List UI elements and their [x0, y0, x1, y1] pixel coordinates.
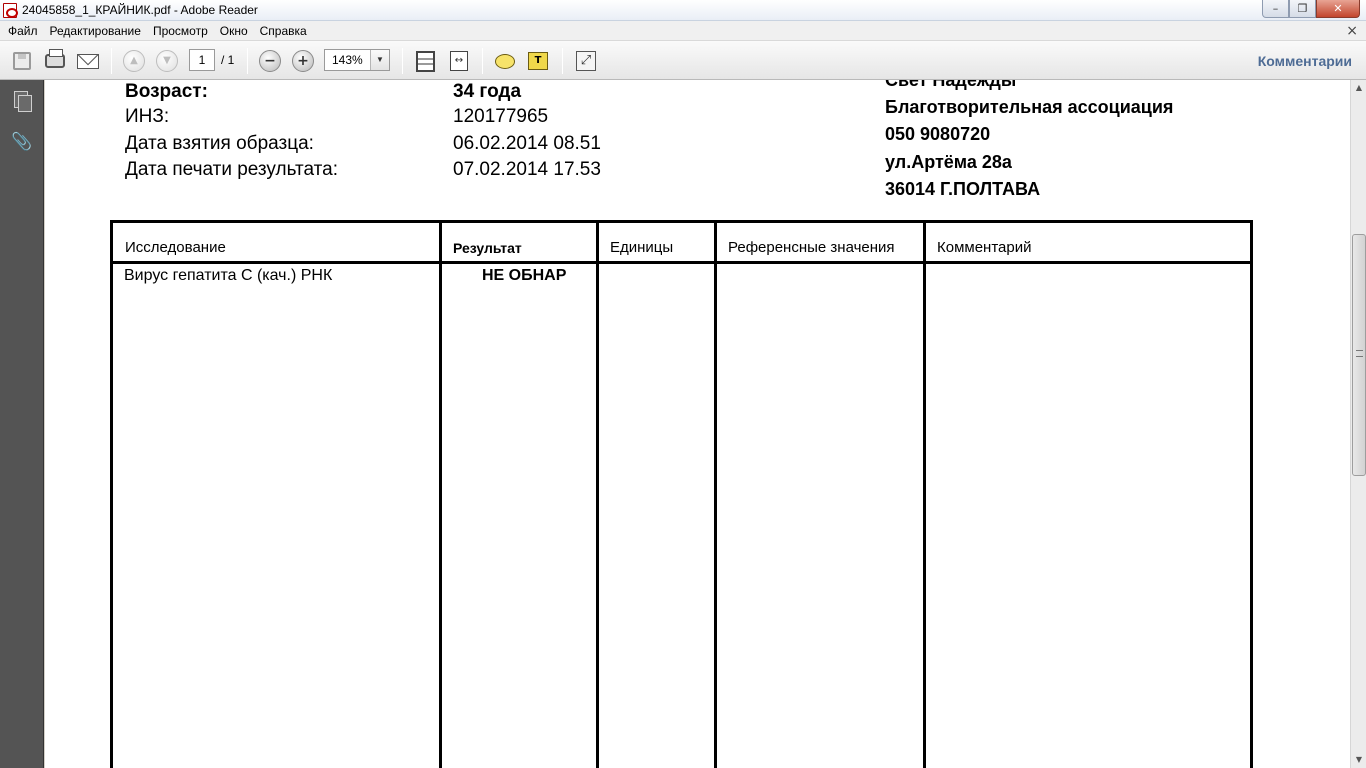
results-table: Исследование Результат Единицы Референсн…: [110, 220, 1253, 768]
comments-pane-button[interactable]: Комментарии: [1258, 53, 1352, 69]
scroll-up-icon[interactable]: ▲: [1351, 80, 1366, 96]
previous-page-button[interactable]: ▲: [122, 49, 146, 73]
age-value: 34 года: [453, 81, 522, 102]
header-units: Единицы: [610, 239, 674, 256]
menu-file[interactable]: Файл: [2, 24, 44, 38]
navigation-pane: 📎: [0, 80, 44, 768]
age-label: Возраст:: [125, 81, 208, 102]
column-divider: [714, 223, 717, 768]
print-date-value: 07.02.2014 17.53: [453, 159, 601, 180]
scrollbar-thumb[interactable]: [1352, 234, 1366, 476]
pdf-app-icon: [3, 3, 18, 18]
grip-icon: [1356, 350, 1363, 357]
sample-date-value: 06.02.2014 08.51: [453, 133, 601, 154]
organization-city: 36014 Г.ПОЛТАВА: [885, 179, 1041, 199]
row-test-name: Вирус гепатита С (кач.) РНК: [124, 267, 333, 284]
menu-edit[interactable]: Редактирование: [44, 24, 147, 38]
page-number-input[interactable]: 1: [189, 49, 215, 71]
vertical-scrollbar[interactable]: ▲ ▼: [1350, 80, 1366, 768]
plus-icon: +: [292, 50, 314, 72]
window-title: 24045858_1_КРАЙНИК.pdf - Adobe Reader: [22, 3, 258, 17]
window-controls: – ❐ ✕: [1262, 0, 1360, 18]
toolbar-separator: [402, 48, 403, 74]
menu-view[interactable]: Просмотр: [147, 24, 214, 38]
page-total: / 1: [221, 53, 235, 67]
zoom-select[interactable]: 143% ▼: [324, 49, 390, 71]
add-comment-button[interactable]: [493, 49, 517, 73]
fit-page-icon: [415, 50, 435, 72]
column-divider: [439, 223, 442, 768]
fit-width-button[interactable]: ↔: [447, 49, 471, 73]
header-reference: Референсные значения: [728, 239, 895, 256]
fit-width-icon: ↔: [450, 51, 468, 71]
toolbar-separator: [562, 48, 563, 74]
attachments-icon[interactable]: 📎: [11, 132, 32, 154]
organization-street: ул.Артёма 28а: [885, 152, 1012, 172]
next-page-button[interactable]: ▼: [155, 49, 179, 73]
print-icon: [45, 49, 65, 68]
document-view[interactable]: Возраст: 34 года ИНЗ: 120177965 Дата взя…: [45, 80, 1350, 768]
fit-page-button[interactable]: [413, 49, 437, 73]
organization-name: Свет Надежды: [885, 80, 1017, 90]
menu-bar: Файл Редактирование Просмотр Окно Справк…: [0, 21, 1366, 41]
email-icon: [77, 53, 99, 69]
email-button[interactable]: [76, 49, 100, 73]
row-result: НЕ ОБНАР: [482, 267, 567, 284]
arrow-up-icon: ▲: [123, 50, 145, 72]
close-button[interactable]: ✕: [1316, 0, 1360, 18]
save-icon: [13, 52, 31, 70]
inz-label: ИНЗ:: [125, 106, 170, 127]
toolbar-separator: [482, 48, 483, 74]
print-button[interactable]: [43, 49, 67, 73]
minimize-button[interactable]: –: [1262, 0, 1289, 18]
header-comment: Комментарий: [937, 239, 1032, 256]
full-screen-button[interactable]: ⤢: [574, 49, 598, 73]
minus-icon: −: [259, 50, 281, 72]
inz-value: 120177965: [453, 106, 549, 127]
header-divider: [113, 261, 1250, 264]
print-date-label: Дата печати результата:: [125, 159, 338, 180]
save-button[interactable]: [10, 49, 34, 73]
column-divider: [596, 223, 599, 768]
highlighter-icon: T: [528, 52, 548, 70]
expand-icon: ⤢: [576, 51, 596, 71]
menu-help[interactable]: Справка: [254, 24, 313, 38]
zoom-out-button[interactable]: −: [258, 49, 282, 73]
sample-date-label: Дата взятия образца:: [125, 133, 314, 154]
zoom-in-button[interactable]: +: [291, 49, 315, 73]
toolbar-separator: [111, 48, 112, 74]
scroll-down-icon[interactable]: ▼: [1351, 752, 1366, 768]
column-divider: [923, 223, 926, 768]
title-bar: 24045858_1_КРАЙНИК.pdf - Adobe Reader – …: [0, 0, 1366, 21]
close-icon: ✕: [1333, 2, 1343, 15]
header-test: Исследование: [125, 239, 226, 256]
page-thumbnails-icon[interactable]: [11, 90, 32, 112]
close-document-icon[interactable]: ×: [1346, 23, 1358, 39]
organization-phone: 050 9080720: [885, 124, 991, 144]
restore-icon: ❐: [1297, 2, 1308, 15]
minimize-icon: –: [1272, 2, 1279, 15]
restore-button[interactable]: ❐: [1289, 0, 1316, 18]
organization-type: Благотворительная ассоциация: [885, 97, 1174, 117]
comment-bubble-icon: [495, 53, 515, 69]
toolbar-separator: [247, 48, 248, 74]
chevron-down-icon[interactable]: ▼: [370, 50, 389, 70]
highlight-text-button[interactable]: T: [526, 49, 550, 73]
menu-window[interactable]: Окно: [214, 24, 254, 38]
header-result: Результат: [453, 240, 522, 256]
arrow-down-icon: ▼: [156, 50, 178, 72]
zoom-value: 143%: [332, 53, 363, 67]
